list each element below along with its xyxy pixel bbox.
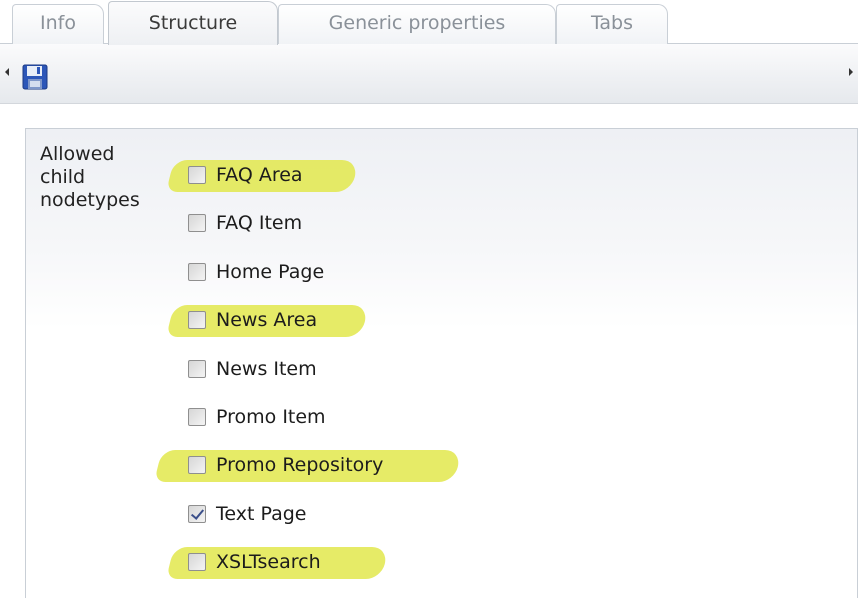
floppy-disk-icon [22,64,48,90]
toolbar [0,44,858,104]
nodetype-label: FAQ Item [216,212,303,234]
nodetype-checkbox[interactable] [188,166,206,184]
nodetype-checkbox[interactable] [188,456,206,474]
document-type-editor: Info Structure Generic properties Tabs A… [0,0,858,598]
save-button[interactable] [22,64,48,90]
tab-structure[interactable]: Structure [108,1,278,45]
nodetype-checklist: FAQ Area FAQ Item Home Page News Area News I… [26,129,858,598]
nodetype-checkbox[interactable] [188,360,206,378]
nodetype-label: XSLTsearch [216,551,321,573]
scroll-right-arrow-icon[interactable] [849,68,853,76]
nodetype-checkbox[interactable] [188,214,206,232]
nodetype-checkbox[interactable] [188,263,206,281]
scroll-left-arrow-icon[interactable] [5,68,9,76]
nodetype-label: News Item [216,358,317,380]
nodetype-label: FAQ Area [216,164,303,186]
allowed-child-nodetypes-property: Allowed child nodetypes FAQ Area FAQ Item… [25,128,858,598]
structure-panel: Allowed child nodetypes FAQ Area FAQ Item… [0,104,858,598]
nodetype-label: News Area [216,309,318,331]
nodetype-label: Promo Repository [216,454,384,476]
nodetype-checkbox[interactable] [188,553,206,571]
nodetype-checkbox[interactable] [188,311,206,329]
nodetype-label: Home Page [216,261,325,283]
nodetype-label: Text Page [216,503,307,525]
nodetype-label: Promo Item [216,406,326,428]
tab-tabs[interactable]: Tabs [556,4,668,44]
tab-generic-properties[interactable]: Generic properties [278,4,556,44]
nodetype-checkbox[interactable] [188,505,206,523]
tab-strip: Info Structure Generic properties Tabs [0,0,858,45]
nodetype-checkbox[interactable] [188,408,206,426]
tab-info[interactable]: Info [12,4,104,44]
